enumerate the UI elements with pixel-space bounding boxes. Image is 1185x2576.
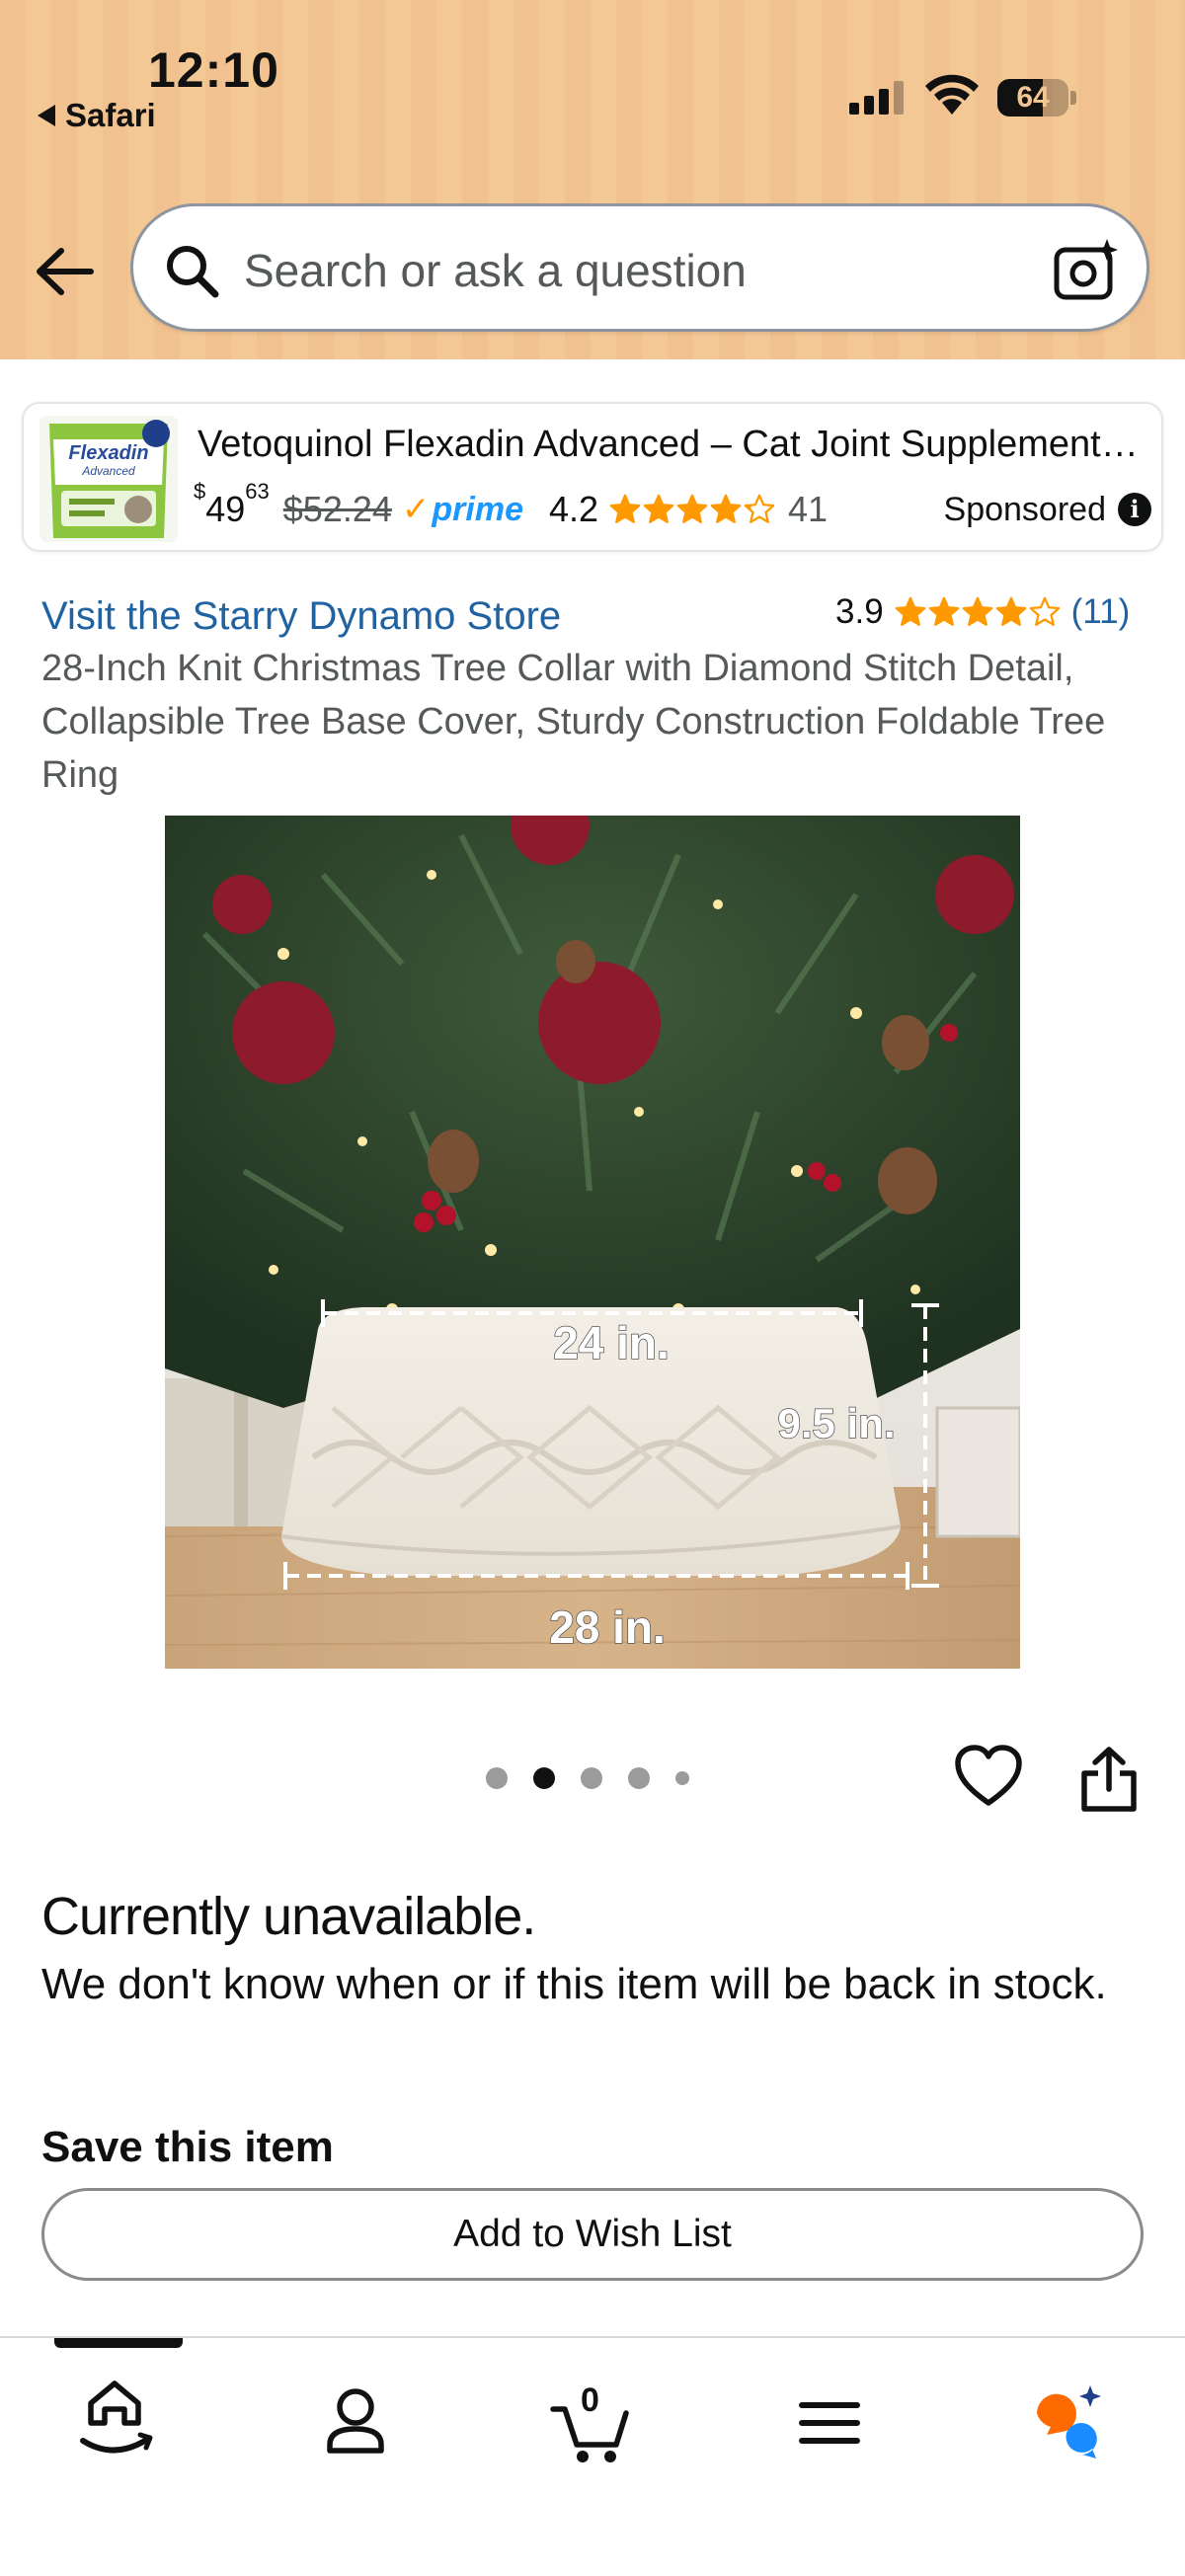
info-icon[interactable]: i — [1118, 493, 1151, 526]
active-tab-indicator — [54, 2338, 183, 2348]
list-price: $52.24 — [282, 489, 392, 529]
product-image[interactable]: 24 in. 9.5 in. 28 in. — [165, 816, 1020, 1669]
wifi-icon — [925, 74, 979, 115]
cart-count: 0 — [581, 2381, 599, 2419]
back-arrow-icon[interactable] — [30, 237, 99, 306]
star-icon — [895, 596, 925, 626]
star-icon — [995, 596, 1026, 626]
prime-label: prime — [432, 490, 523, 528]
battery-indicator: 64 — [997, 79, 1076, 117]
star-icon — [744, 494, 775, 523]
tab-home[interactable] — [59, 2374, 178, 2472]
sponsored-text: Sponsored — [943, 490, 1106, 528]
availability-message: We don't know when or if this item will … — [41, 1960, 1107, 2008]
tab-account[interactable] — [296, 2374, 415, 2472]
store-link[interactable]: Visit the Starry Dynamo Store — [41, 594, 561, 639]
tab-rufus[interactable] — [1007, 2374, 1126, 2472]
thumb-sub: Advanced — [81, 464, 135, 478]
pager-dot[interactable] — [533, 1767, 555, 1789]
sponsored-product-details: $ 49 63 $52.24 ✓ prime 4.2 41 Sponsored … — [194, 479, 1151, 534]
tab-cart[interactable]: 0 — [533, 2374, 652, 2472]
pager-dot[interactable] — [581, 1767, 602, 1789]
product-rating[interactable]: 3.9 (11) — [835, 592, 1130, 632]
sponsored-product-card[interactable]: Flexadin Advanced Vetoquinol Flexadin Ad… — [22, 402, 1163, 552]
star-icon — [1029, 596, 1060, 626]
tab-menu[interactable] — [770, 2374, 889, 2472]
search-input[interactable]: Search or ask a question — [244, 244, 747, 297]
star-icon — [676, 494, 708, 523]
pager-dot[interactable] — [675, 1771, 689, 1785]
prime-badge: ✓ prime — [402, 490, 523, 529]
sponsored-label[interactable]: Sponsored i — [944, 491, 1151, 529]
rufus-assistant-icon — [1037, 2385, 1101, 2459]
prime-check-icon: ✓ — [401, 491, 431, 528]
status-time: 12:10 — [148, 42, 279, 98]
thumb-brand: Flexadin — [68, 442, 148, 464]
home-icon — [80, 2381, 153, 2454]
battery-percentage: 64 — [1016, 81, 1050, 114]
price-whole: 49 — [205, 489, 246, 529]
product-title: 28-Inch Knit Christmas Tree Collar with … — [41, 648, 1106, 796]
product-rating-stars — [894, 595, 1062, 629]
back-triangle-icon — [38, 105, 55, 126]
star-icon — [928, 596, 959, 626]
back-to-safari[interactable]: Safari — [38, 97, 156, 134]
bottom-tab-bar: 0 — [0, 2336, 1185, 2576]
heart-icon[interactable] — [954, 1744, 1023, 1809]
price-fraction: 63 — [245, 479, 270, 504]
sponsored-rating-value: 4.2 — [548, 489, 599, 529]
supplement-bag-image: Flexadin Advanced — [40, 416, 178, 542]
camera-lens-icon[interactable] — [1052, 236, 1121, 305]
share-icon[interactable] — [1078, 1746, 1140, 1813]
availability-title: Currently unavailable. — [41, 1887, 536, 1946]
star-icon — [643, 494, 674, 523]
sponsored-product-thumbnail[interactable]: Flexadin Advanced — [40, 416, 178, 542]
add-to-wish-list-button[interactable]: Add to Wish List — [41, 2188, 1144, 2281]
search-icon — [167, 246, 219, 298]
star-icon — [962, 596, 992, 626]
save-item-heading: Save this item — [41, 2123, 334, 2171]
price-currency: $ — [194, 479, 206, 504]
back-app-label: Safari — [65, 97, 156, 133]
product-rating-value: 3.9 — [835, 592, 884, 631]
sponsored-review-count: 41 — [788, 489, 829, 529]
menu-icon — [799, 2402, 860, 2444]
cellular-signal-icon — [849, 81, 904, 115]
search-bar[interactable]: Search or ask a question — [130, 203, 1149, 332]
image-pager-dots[interactable] — [486, 1767, 689, 1789]
dimension-bottom-width: 28 in. — [549, 1601, 666, 1653]
account-icon — [327, 2388, 384, 2454]
app-header: 12:10 Safari 64 Search or ask a question — [0, 0, 1185, 359]
sponsored-product-title[interactable]: Vetoquinol Flexadin Advanced – Cat Joint… — [198, 424, 1146, 466]
star-icon — [609, 494, 641, 523]
pager-dot[interactable] — [628, 1767, 650, 1789]
product-rating-count[interactable]: (11) — [1071, 592, 1131, 632]
pager-dot[interactable] — [486, 1767, 508, 1789]
dimension-height: 9.5 in. — [777, 1400, 895, 1446]
sponsored-rating-stars — [608, 493, 776, 526]
star-icon — [710, 494, 742, 523]
sponsored-price: $ 49 63 — [194, 479, 270, 530]
dimension-top-width: 24 in. — [553, 1317, 670, 1368]
